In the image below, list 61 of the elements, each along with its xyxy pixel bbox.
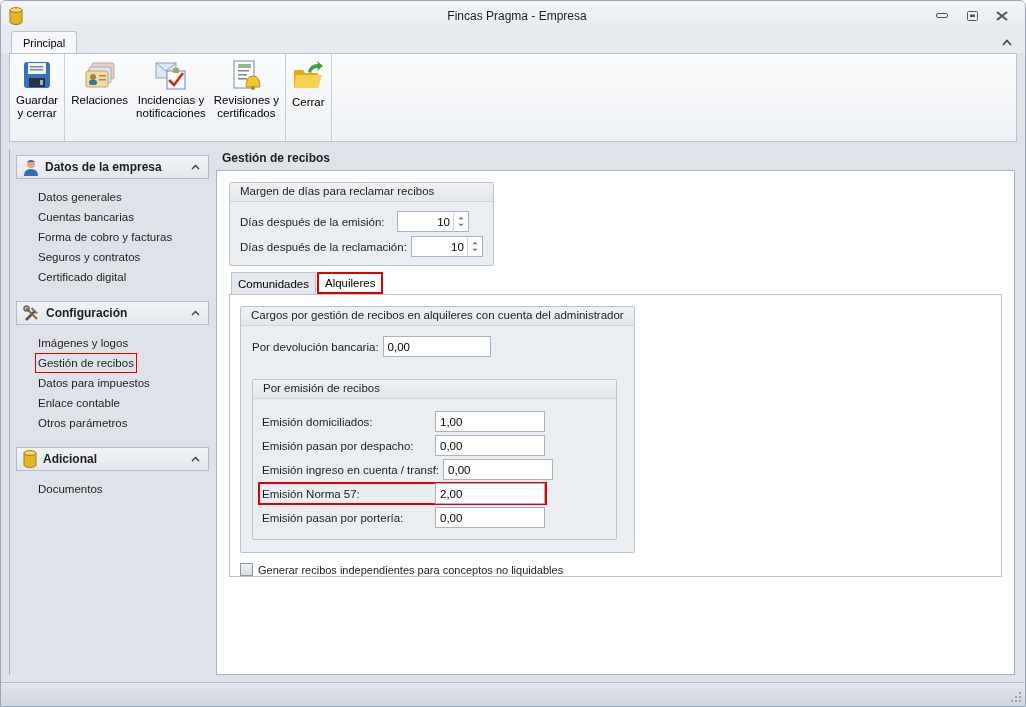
field-label: Emisión Norma 57: [262, 487, 361, 500]
input-field[interactable]: 0,00 [382, 336, 491, 357]
field-label: Días después de la emisión: [240, 215, 386, 228]
resize-grip-icon [1011, 692, 1021, 702]
nav-link[interactable]: Imágenes y logos [35, 333, 132, 353]
tools-icon [23, 304, 40, 322]
ribbon-button[interactable]: Relaciones [67, 58, 133, 141]
ribbon-button[interactable]: Incidencias y notificaciones [132, 58, 210, 141]
nav-group-header[interactable]: Datos de la empresa [16, 155, 209, 179]
input-field[interactable]: 0,00 [443, 459, 554, 480]
number-field[interactable]: 10 [397, 211, 453, 232]
field-label: Emisión pasan por despacho: [262, 439, 415, 452]
envelope-check-icon [154, 60, 187, 90]
field-label: Emisión pasan por portería: [262, 511, 405, 524]
restore-icon [966, 11, 978, 21]
nav-link[interactable]: Gestión de recibos [35, 353, 137, 373]
nav-link[interactable]: Otros parámetros [35, 413, 131, 433]
nav-link[interactable]: Datos para impuestos [35, 373, 153, 393]
close-icon [996, 11, 1008, 21]
input-field[interactable]: 2,00 [435, 483, 545, 504]
nav-link[interactable]: Cuentas bancarias [35, 207, 137, 227]
window-title: Fincas Pragma - Empresa [446, 9, 588, 23]
field-label: Emisión ingreso en cuenta / transf: [262, 463, 441, 476]
chevron-up-icon [1002, 38, 1012, 46]
ribbon-tab[interactable]: Principal [11, 31, 78, 53]
input-field[interactable]: 1,00 [435, 411, 545, 432]
input-field[interactable]: 0,00 [435, 507, 545, 528]
nav-group-title: Configuración [46, 306, 128, 320]
nav-group-header[interactable]: Configuración [16, 301, 209, 325]
nav-link[interactable]: Seguros y contratos [35, 247, 144, 267]
checkbox[interactable] [240, 563, 253, 576]
nav-link[interactable]: Forma de cobro y facturas [35, 227, 176, 247]
ribbon-button[interactable]: Revisiones y certificados [209, 58, 283, 141]
person-icon [23, 158, 39, 176]
input-field[interactable]: 0,00 [435, 435, 545, 456]
id-cards-icon [83, 60, 116, 90]
field-label: Días después de la reclamación: [240, 240, 408, 253]
section-title: Gestión de recibos [221, 150, 332, 167]
nav-group-title: Adicional [43, 452, 97, 466]
field-label: Emisión domiciliados: [262, 415, 374, 428]
notepad-bell-icon [230, 60, 263, 90]
nav-link[interactable]: Enlace contable [35, 393, 123, 413]
number-field[interactable]: 10 [410, 236, 467, 257]
group-title: Margen de días para reclamar recibos [230, 183, 493, 202]
cylinder-icon [23, 450, 37, 468]
nav-link[interactable]: Certificado digital [35, 267, 130, 287]
nav-group-title: Datos de la empresa [45, 160, 162, 174]
ribbon-button[interactable]: Guardar y cerrar [12, 58, 63, 141]
nav-link[interactable]: Documentos [35, 479, 106, 499]
cylinder-icon [9, 7, 23, 25]
spin-arrows-icon[interactable] [453, 211, 469, 232]
minimize-icon [936, 13, 948, 19]
checkbox-label: Generar recibos independientes para conceptos no liquidables [258, 563, 564, 576]
group-title: Cargos por gestión de recibos en alquileres con cuenta del administrador [241, 307, 634, 326]
group-title: Por emisión de recibos [253, 380, 616, 399]
nav-link[interactable]: Datos generales [35, 187, 125, 207]
tab[interactable]: Alquileres [316, 272, 384, 294]
ribbon-button[interactable]: Cerrar [288, 58, 329, 141]
nav-group-header[interactable]: Adicional [16, 447, 209, 471]
field-label: Por devolución bancaria: [252, 340, 380, 353]
tab[interactable]: Comunidades [231, 272, 316, 294]
